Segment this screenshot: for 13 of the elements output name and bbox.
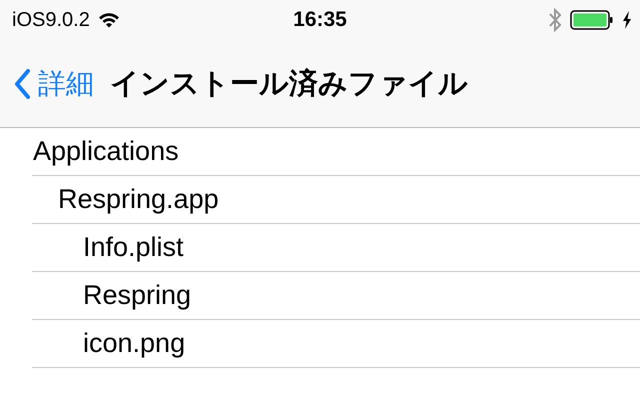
bluetooth-icon — [548, 8, 562, 32]
clock-time: 16:35 — [293, 8, 347, 31]
file-row[interactable]: Respring — [32, 272, 640, 320]
folder-row[interactable]: Respring.app — [32, 176, 640, 224]
file-row[interactable]: Info.plist — [32, 224, 640, 272]
carrier-label: iOS9.0.2 — [12, 8, 90, 32]
wifi-icon — [98, 12, 120, 28]
battery-icon — [570, 10, 614, 30]
folder-row[interactable]: Applications — [32, 128, 640, 176]
chevron-left-icon — [14, 68, 30, 98]
screen-title: インストール済みファイル — [110, 66, 468, 102]
file-row[interactable]: icon.png — [32, 320, 640, 368]
back-button[interactable]: 詳細 — [14, 64, 94, 102]
